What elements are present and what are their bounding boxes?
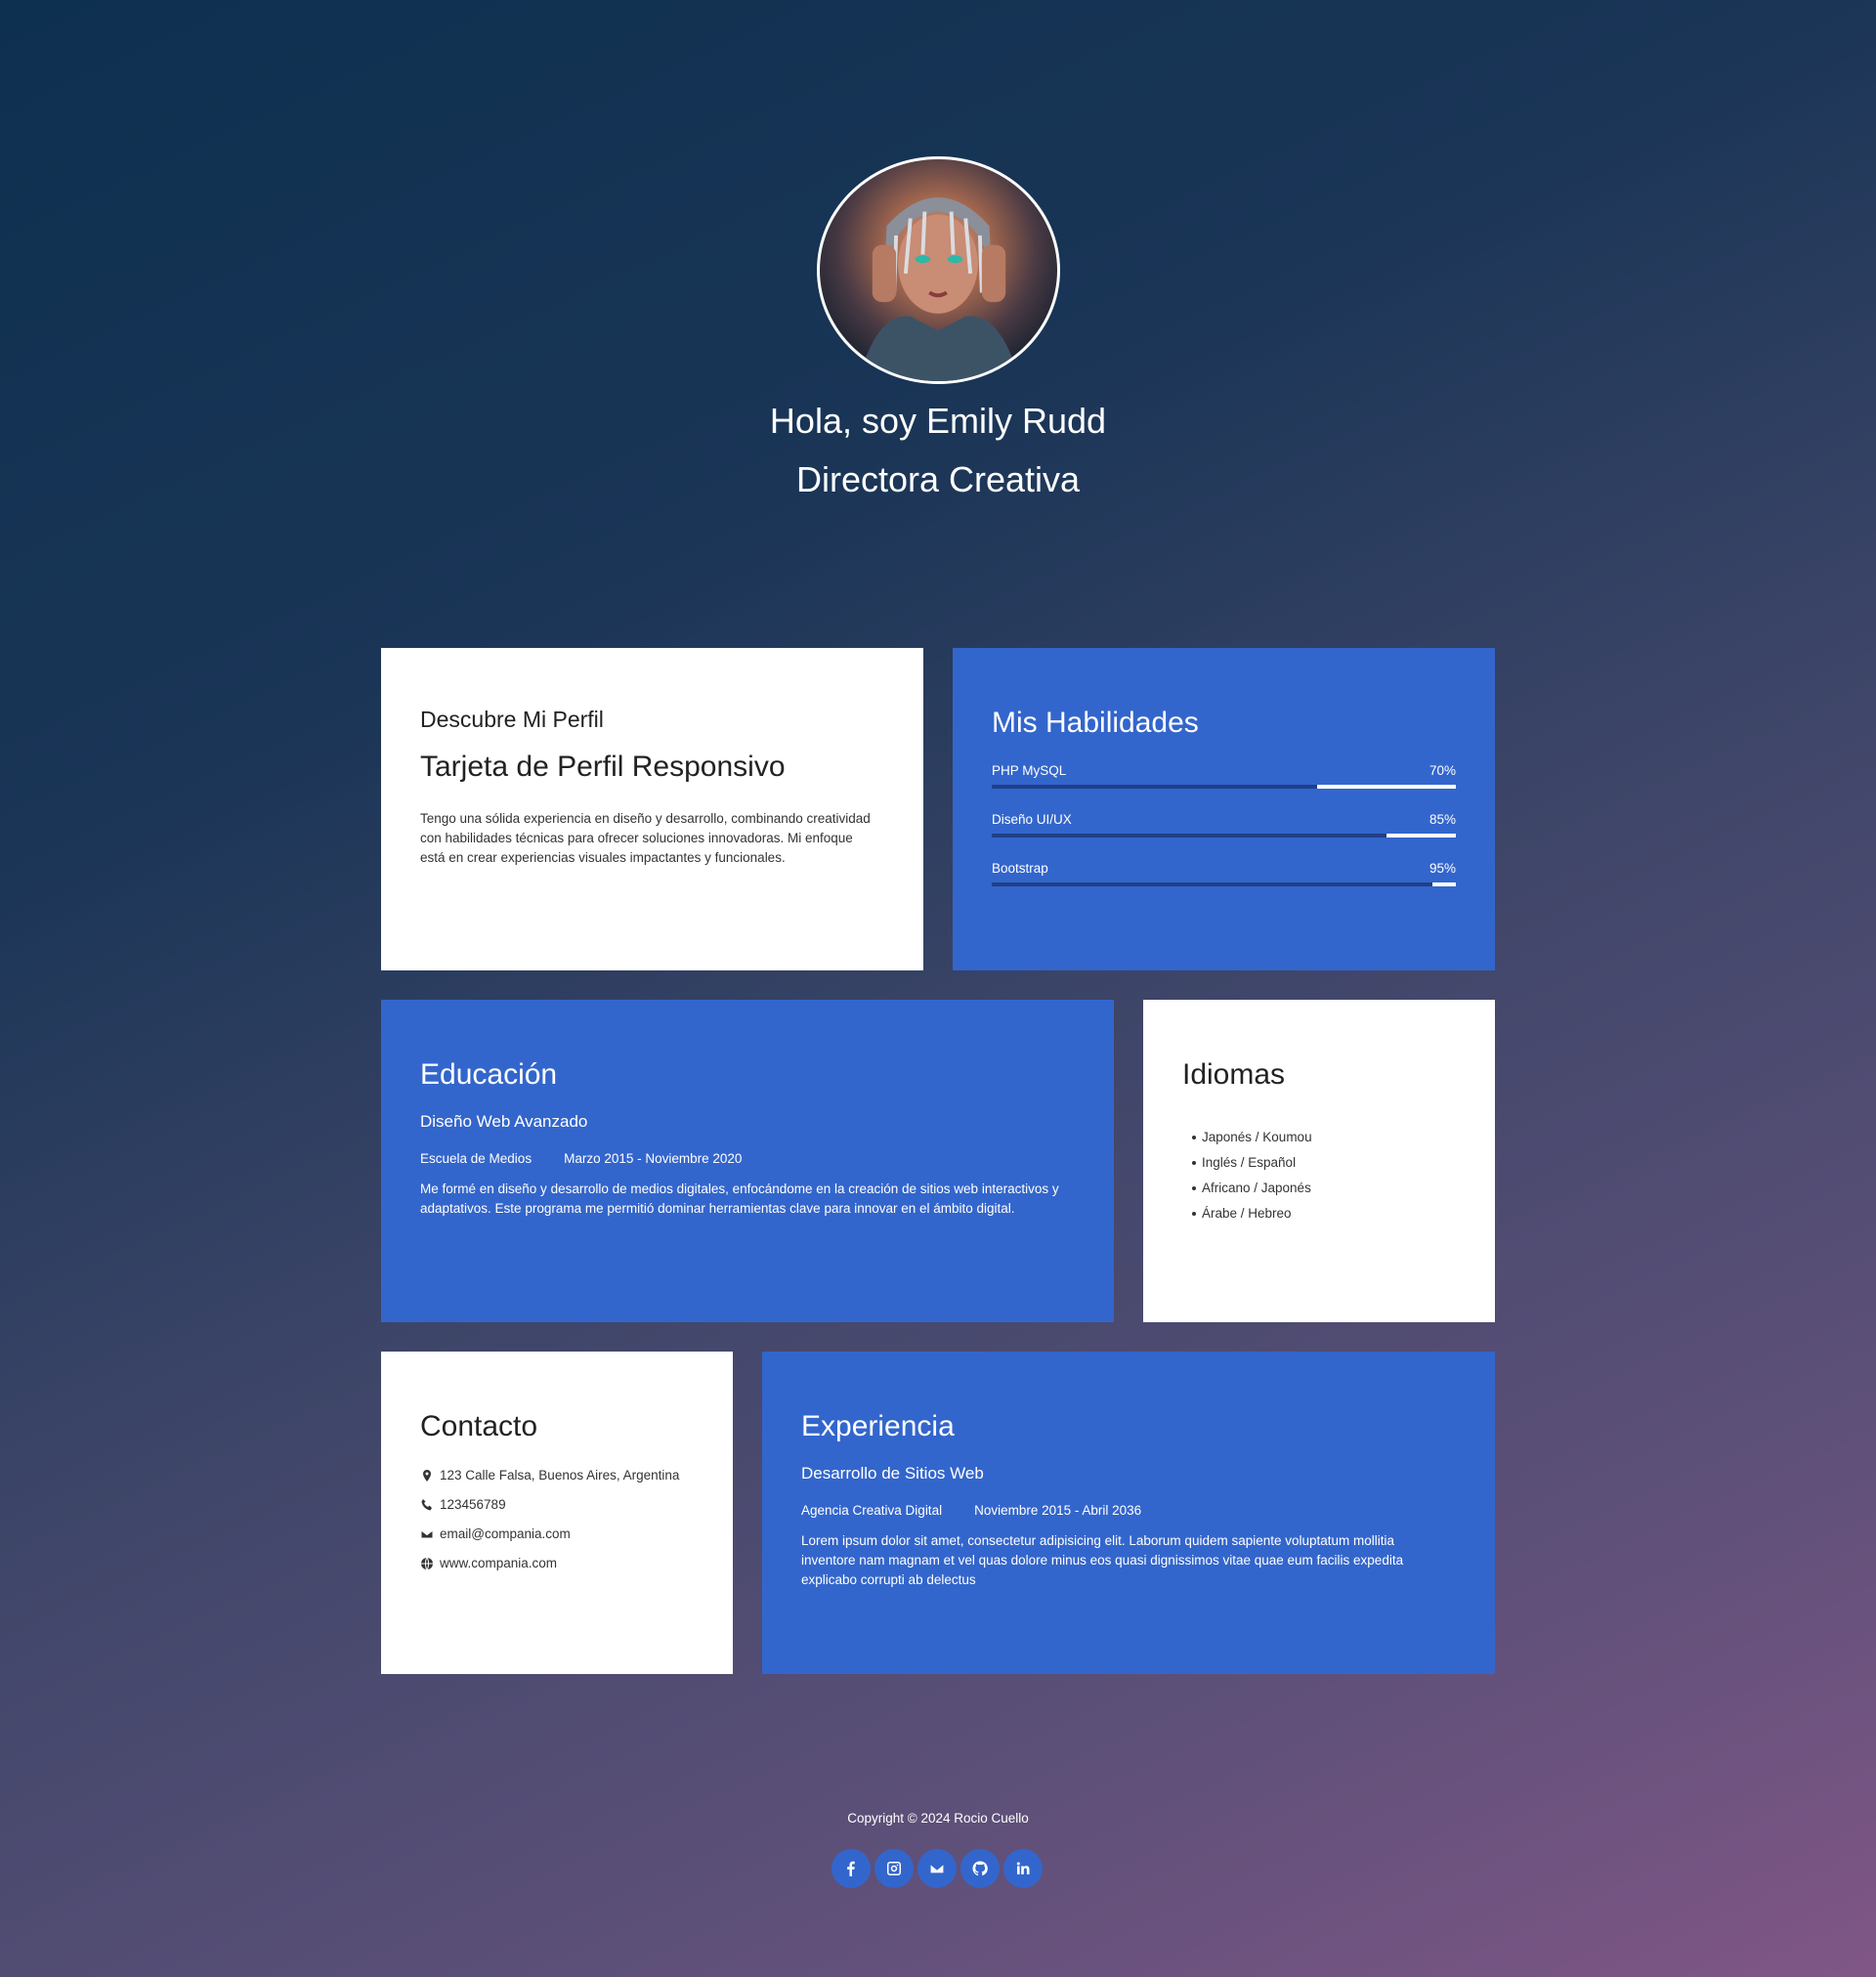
instagram-button[interactable] [874, 1849, 914, 1888]
footer-copyright: Copyright © 2024 Rocio Cuello [847, 1811, 1029, 1826]
facebook-icon [847, 1861, 855, 1876]
avatar-photo-icon [858, 196, 1020, 381]
contact-phone: 123456789 [420, 1495, 506, 1515]
contact-email[interactable]: email@compania.com [420, 1525, 571, 1544]
languages-heading: Idiomas [1182, 1058, 1286, 1091]
languages-card: Idiomas Japonés / Koumou Inglés / Españo… [1143, 1000, 1495, 1322]
email-button[interactable] [917, 1849, 957, 1888]
profile-card: Descubre Mi Perfil Tarjeta de Perfil Res… [381, 648, 923, 970]
contact-phone-text: 123456789 [440, 1497, 506, 1512]
education-course: Diseño Web Avanzado [420, 1112, 588, 1131]
instagram-icon [887, 1862, 901, 1875]
language-item: Inglés / Español [1192, 1150, 1312, 1176]
profile-title: Tarjeta de Perfil Responsivo [420, 751, 786, 783]
experience-company: Agencia Creativa Digital [801, 1503, 943, 1518]
envelope-icon [420, 1527, 434, 1541]
contact-card: Contacto 123 Calle Falsa, Buenos Aires, … [381, 1352, 733, 1674]
facebook-button[interactable] [831, 1849, 871, 1888]
skill-item: Bootstrap 95% [992, 861, 1456, 890]
skills-card: Mis Habilidades PHP MySQL 70% Diseño UI/… [953, 648, 1495, 970]
experience-dates: Noviembre 2015 - Abril 2036 [974, 1503, 1142, 1518]
language-item: Árabe / Hebreo [1192, 1201, 1312, 1226]
skill-percent: 95% [1428, 861, 1456, 876]
contact-heading: Contacto [420, 1410, 538, 1442]
profile-subtitle: Descubre Mi Perfil [420, 707, 604, 732]
contact-email-text[interactable]: email@compania.com [440, 1526, 571, 1541]
hero-role: Directora Creativa [795, 459, 1081, 499]
skill-bar-fill [1432, 882, 1456, 886]
hero-name: Hola, soy Emily Rudd [769, 401, 1107, 441]
phone-icon [420, 1498, 434, 1512]
linkedin-button[interactable] [1003, 1849, 1043, 1888]
envelope-icon [929, 1863, 945, 1874]
globe-icon [420, 1557, 434, 1570]
education-meta: Escuela de Medios Marzo 2015 - Noviembre … [420, 1151, 742, 1166]
education-school: Escuela de Medios [420, 1151, 533, 1166]
skill-name: Diseño UI/UX [992, 812, 1072, 827]
experience-meta: Agencia Creativa Digital Noviembre 2015 -… [801, 1503, 1141, 1518]
skill-bar-fill [1386, 834, 1456, 838]
github-button[interactable] [960, 1849, 1000, 1888]
profile-description: Tengo una sólida experiencia en diseño y… [420, 811, 871, 865]
experience-description: Lorem ipsum dolor sit amet, consectetur … [801, 1533, 1404, 1587]
skill-item: PHP MySQL 70% [992, 763, 1456, 793]
experience-role: Desarrollo de Sitios Web [801, 1464, 984, 1483]
skill-percent: 70% [1428, 763, 1456, 778]
skill-bar-track [992, 882, 1456, 886]
education-dates: Marzo 2015 - Noviembre 2020 [564, 1151, 743, 1166]
contact-address-text: 123 Calle Falsa, Buenos Aires, Argentina [440, 1468, 680, 1483]
language-item: Japonés / Koumou [1192, 1125, 1312, 1150]
map-marker-icon [420, 1469, 434, 1483]
language-item: Africano / Japonés [1192, 1176, 1312, 1201]
skill-name: PHP MySQL [992, 763, 1067, 778]
skill-bar-fill [1316, 785, 1456, 789]
experience-card: Experiencia Desarrollo de Sitios Web Age… [762, 1352, 1495, 1674]
education-card: Educación Diseño Web Avanzado Escuela de… [381, 1000, 1114, 1322]
linkedin-icon [1016, 1862, 1030, 1874]
skill-item: Diseño UI/UX 85% [992, 812, 1456, 841]
skill-percent: 85% [1428, 812, 1456, 827]
github-icon [972, 1861, 988, 1876]
contact-address: 123 Calle Falsa, Buenos Aires, Argentina [420, 1466, 679, 1485]
education-heading: Educación [420, 1058, 558, 1091]
social-links [831, 1849, 1043, 1888]
languages-list: Japonés / Koumou Inglés / Español Africa… [1192, 1125, 1312, 1226]
skill-bar-track [992, 834, 1456, 838]
skills-heading: Mis Habilidades [992, 707, 1199, 739]
education-description: Me formé en diseño y desarrollo de medio… [420, 1182, 1059, 1216]
skill-name: Bootstrap [992, 861, 1048, 876]
skill-bar-track [992, 785, 1456, 789]
avatar [817, 156, 1060, 384]
experience-heading: Experiencia [801, 1410, 955, 1442]
contact-website[interactable]: www.compania.com [420, 1554, 557, 1573]
contact-website-text[interactable]: www.compania.com [440, 1556, 557, 1570]
